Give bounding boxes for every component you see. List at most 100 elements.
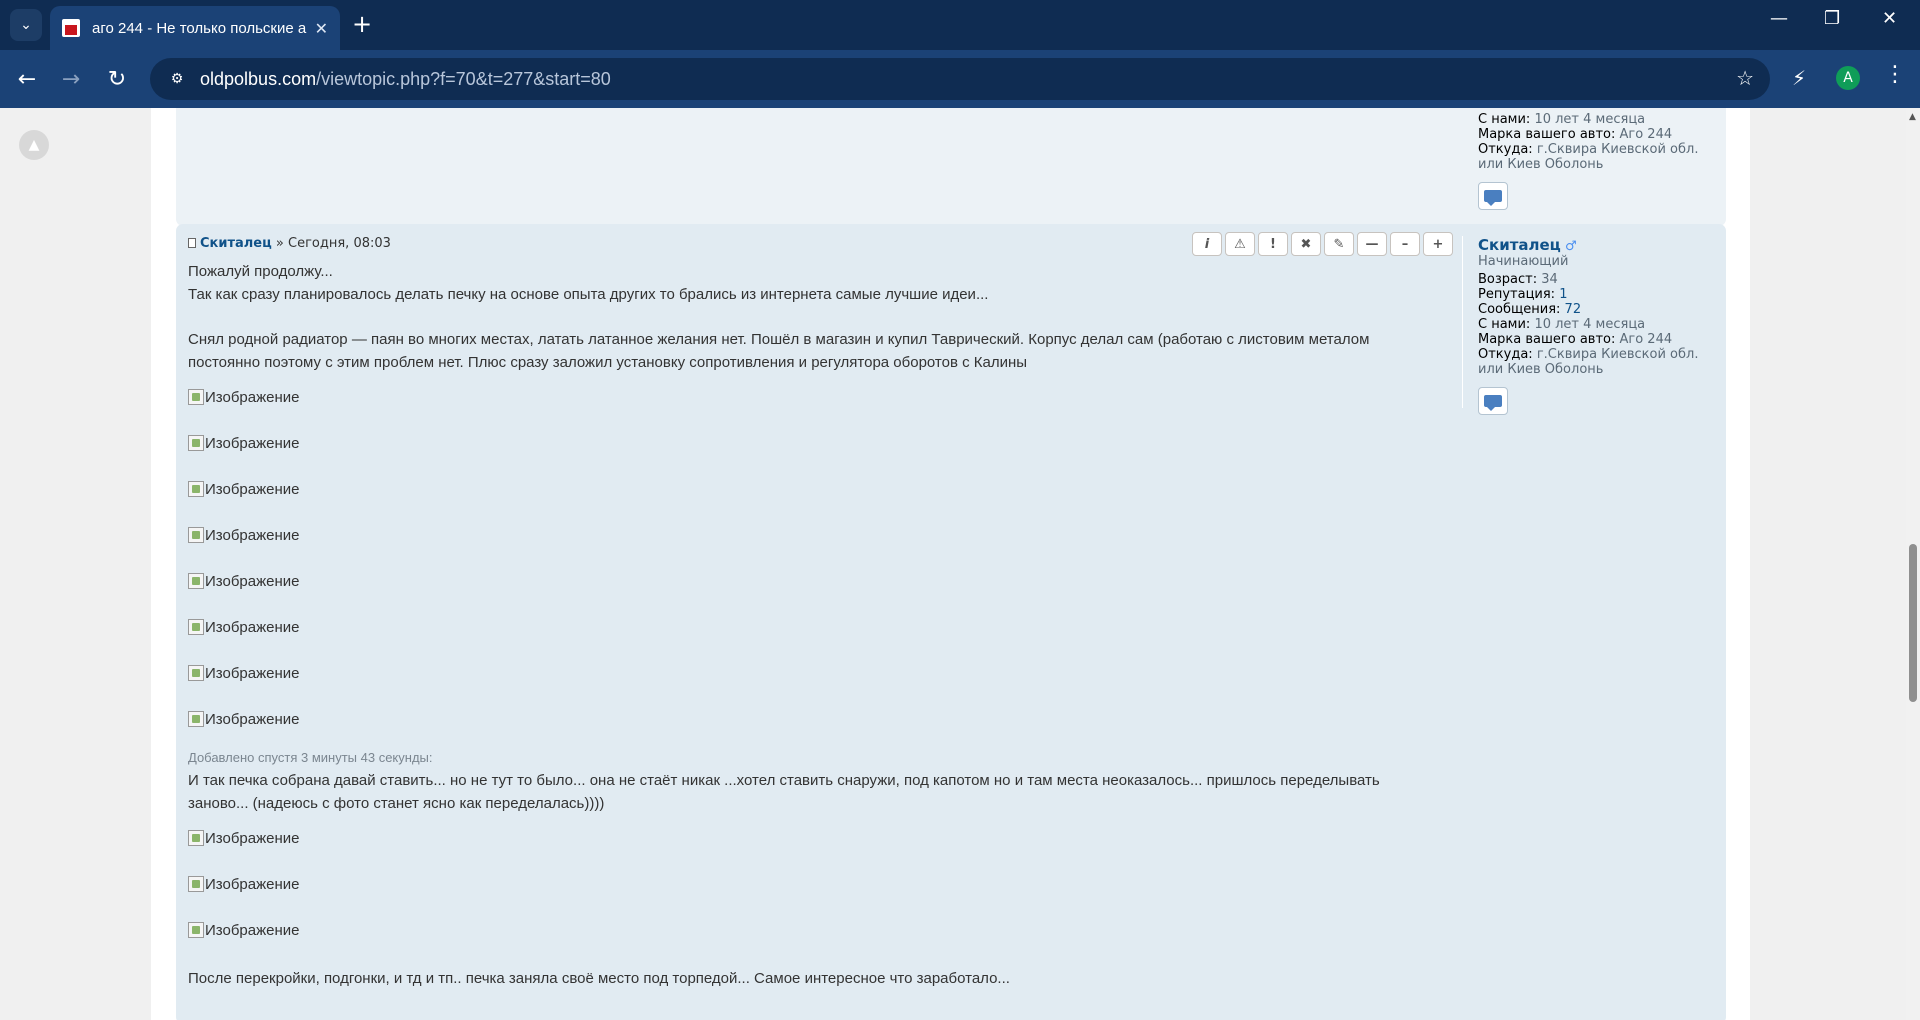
post-image[interactable]: Изображение — [188, 512, 1428, 558]
url-path: /viewtopic.php?f=70&t=277&start=80 — [316, 68, 611, 89]
broken-image-icon — [188, 527, 204, 543]
post-profile-previous: С нами: 10 лет 4 месяца Марка вашего авт… — [1478, 112, 1718, 210]
joined-label: С нами: — [1478, 317, 1531, 332]
post-image[interactable]: Изображение — [188, 696, 1428, 742]
post-line: Так как сразу планировалось делать печку… — [188, 286, 989, 303]
new-tab-button[interactable]: + — [352, 10, 372, 38]
site-favicon-icon — [62, 19, 80, 37]
dash-icon: – — [1401, 236, 1409, 252]
post-image[interactable]: Изображение — [188, 650, 1428, 696]
age-label: Возраст: — [1478, 272, 1538, 287]
post-image[interactable]: Изображение — [188, 466, 1428, 512]
post-image[interactable]: Изображение — [188, 907, 1428, 953]
post-line: Пожалуй продолжу... — [188, 263, 333, 280]
post-image[interactable]: Изображение — [188, 604, 1428, 650]
from-label: Откуда: — [1478, 347, 1533, 362]
extension-icon[interactable]: ⚡ — [1792, 66, 1806, 90]
post-image[interactable]: Изображение — [188, 420, 1428, 466]
close-window-icon[interactable]: ✕ — [1882, 8, 1897, 29]
delete-button[interactable]: ✖ — [1291, 232, 1321, 256]
tab-search-button[interactable]: ⌄ — [10, 9, 42, 41]
report-icon: ! — [1270, 236, 1276, 252]
message-icon — [1484, 190, 1502, 206]
broken-image-icon — [188, 481, 204, 497]
joined-label: С нами: — [1478, 112, 1531, 127]
tab-bar: ⌄ аго 244 - Не только польские автобусы … — [0, 0, 1920, 50]
post-image[interactable]: Изображение — [188, 558, 1428, 604]
post-content: Пожалуй продолжу... Так как сразу планир… — [188, 260, 1428, 990]
post-buttons: i ⚠ ! ✖ ✎ — – + — [1192, 232, 1453, 256]
forum-wrap: С нами: 10 лет 4 месяца Марка вашего авт… — [151, 108, 1750, 1020]
rate-minus-button[interactable]: — — [1357, 232, 1387, 256]
broken-image-icon — [188, 389, 204, 405]
profile-name-link[interactable]: Скиталец — [1478, 236, 1561, 254]
site-info-icon[interactable]: ⚙ — [164, 66, 190, 92]
browser-toolbar: ← → ↻ ⚙ oldpolbus.com/viewtopic.php?f=70… — [0, 50, 1920, 108]
back-arrow-icon[interactable]: ← — [12, 64, 42, 94]
warning-icon: ⚠ — [1234, 236, 1246, 252]
back-to-top-icon[interactable]: ▲ — [19, 130, 49, 160]
url-text: oldpolbus.com/viewtopic.php?f=70&t=277&s… — [200, 69, 611, 90]
profile-avatar[interactable]: A — [1836, 66, 1860, 90]
edit-button[interactable]: ✎ — [1324, 232, 1354, 256]
profile-rank: Начинающий — [1478, 254, 1569, 269]
pencil-icon: ✎ — [1333, 236, 1345, 252]
image-alt-text: Изображение — [205, 618, 300, 636]
rep-label: Репутация: — [1478, 287, 1556, 302]
more-menu-icon[interactable]: ⋮ — [1884, 62, 1906, 87]
car-value: Аго 244 — [1619, 127, 1673, 142]
broken-image-icon — [188, 711, 204, 727]
message-icon — [1484, 395, 1502, 411]
warn-button[interactable]: ⚠ — [1225, 232, 1255, 256]
posts-label: Сообщения: — [1478, 302, 1561, 317]
close-icon[interactable]: ✕ — [315, 19, 328, 38]
male-icon: ♂ — [1564, 239, 1577, 254]
image-alt-text: Изображение — [205, 572, 300, 590]
image-alt-text: Изображение — [205, 526, 300, 544]
post-previous: С нами: 10 лет 4 месяца Марка вашего авт… — [176, 108, 1726, 226]
car-label: Марка вашего авто: — [1478, 332, 1616, 347]
post-image[interactable]: Изображение — [188, 815, 1428, 861]
minimize-icon[interactable]: — — [1770, 8, 1788, 29]
post-paragraph: Снял родной радиатор — паян во многих ме… — [188, 331, 1370, 371]
scroll-thumb[interactable] — [1909, 544, 1917, 702]
post-paragraph: После перекройки, подгонки, и тд и тп.. … — [188, 970, 1010, 987]
bookmark-star-icon[interactable]: ☆ — [1736, 66, 1754, 90]
rep-value[interactable]: 1 — [1559, 287, 1567, 302]
rate-neutral-button[interactable]: – — [1390, 232, 1420, 256]
page-viewport: ▲ С нами: 10 лет 4 месяца Марка вашего а… — [0, 108, 1906, 1020]
info-button[interactable]: i — [1192, 232, 1222, 256]
image-alt-text: Изображение — [205, 875, 300, 893]
pm-button[interactable] — [1478, 387, 1508, 415]
active-tab[interactable]: аго 244 - Не только польские автобусы ✕ — [50, 6, 340, 50]
post-icon[interactable] — [188, 238, 196, 248]
image-alt-text: Изображение — [205, 829, 300, 847]
scroll-up-icon[interactable]: ▲ — [1909, 112, 1916, 122]
minus-icon: — — [1365, 236, 1379, 252]
post-separator: » — [275, 236, 284, 251]
post-time: Сегодня, 08:03 — [288, 236, 391, 251]
posts-value[interactable]: 72 — [1565, 302, 1582, 317]
page-scrollbar[interactable]: ▲ — [1906, 108, 1920, 1020]
delete-icon: ✖ — [1300, 236, 1312, 252]
post-author-link[interactable]: Скиталец — [200, 236, 272, 251]
broken-image-icon — [188, 922, 204, 938]
broken-image-icon — [188, 830, 204, 846]
forward-arrow-icon[interactable]: → — [56, 64, 86, 94]
post-image[interactable]: Изображение — [188, 861, 1428, 907]
age-value: 34 — [1541, 272, 1558, 287]
url-host: oldpolbus.com — [200, 68, 317, 89]
pm-button[interactable] — [1478, 182, 1508, 210]
post-image[interactable]: Изображение — [188, 374, 1428, 420]
info-icon: i — [1204, 236, 1210, 252]
joined-value: 10 лет 4 месяца — [1534, 317, 1646, 332]
restore-icon[interactable]: ❐ — [1824, 8, 1840, 29]
image-alt-text: Изображение — [205, 480, 300, 498]
reload-icon[interactable]: ↻ — [102, 64, 132, 94]
address-bar[interactable]: ⚙ oldpolbus.com/viewtopic.php?f=70&t=277… — [150, 58, 1770, 100]
report-button[interactable]: ! — [1258, 232, 1288, 256]
broken-image-icon — [188, 619, 204, 635]
rate-plus-button[interactable]: + — [1423, 232, 1453, 256]
post-current: Скиталец » Сегодня, 08:03 i ⚠ ! ✖ ✎ — – … — [176, 224, 1726, 1020]
car-value: Аго 244 — [1619, 332, 1673, 347]
